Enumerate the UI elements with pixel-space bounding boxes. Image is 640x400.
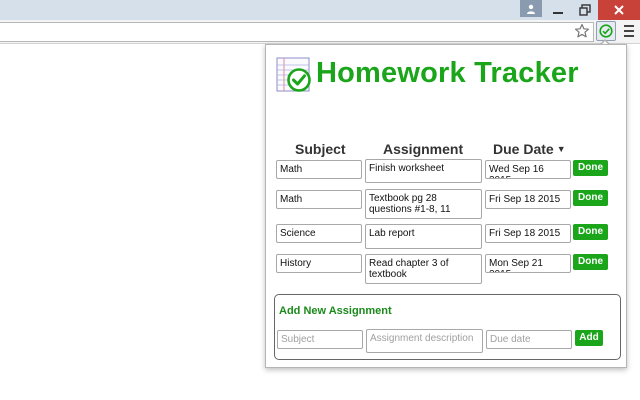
row-1-subject-field[interactable]: Math — [276, 160, 362, 179]
profile-button[interactable] — [520, 0, 542, 17]
close-icon — [614, 5, 624, 15]
row-2-done-button[interactable]: Done — [573, 190, 608, 206]
app-title: Homework Tracker — [316, 57, 579, 89]
browser-toolbar — [0, 20, 640, 44]
sort-descending-icon: ▼ — [556, 144, 566, 154]
new-assignment-description-input[interactable] — [366, 329, 483, 353]
check-circle-icon — [599, 24, 613, 38]
add-assignment-button[interactable]: Add — [575, 330, 603, 346]
browser-titlebar — [0, 0, 640, 20]
row-1-due-field[interactable]: Wed Sep 16 2015 — [485, 160, 571, 179]
new-subject-input[interactable] — [277, 330, 363, 349]
column-header-subject: Subject — [295, 141, 346, 157]
person-icon — [527, 4, 535, 14]
column-header-due-date[interactable]: Due Date ▼ — [493, 141, 566, 157]
minimize-icon — [553, 12, 563, 14]
star-icon — [574, 23, 590, 38]
row-3-assignment-field[interactable]: Lab report — [365, 224, 482, 249]
row-1-assignment-field[interactable]: Finish worksheet — [365, 159, 482, 183]
row-4-done-button[interactable]: Done — [573, 254, 608, 270]
hamburger-menu-icon[interactable] — [622, 23, 636, 39]
row-2-due-field[interactable]: Fri Sep 18 2015 — [485, 190, 571, 209]
minimize-button[interactable] — [545, 0, 571, 20]
bookmark-star-button[interactable] — [573, 22, 591, 40]
row-3-subject-field[interactable]: Science — [276, 224, 362, 243]
row-4-due-field[interactable]: Mon Sep 21 2015 — [485, 254, 571, 273]
row-1-done-button[interactable]: Done — [573, 160, 608, 176]
row-2-subject-field[interactable]: Math — [276, 190, 362, 209]
row-4-assignment-field[interactable]: Read chapter 3 of textbook — [365, 254, 482, 284]
row-2-assignment-field[interactable]: Textbook pg 28 questions #1-8, 11 — [365, 189, 482, 219]
add-assignment-title: Add New Assignment — [279, 305, 392, 317]
column-header-assignment: Assignment — [383, 141, 464, 157]
due-date-label: Due Date — [493, 141, 554, 157]
row-3-due-field[interactable]: Fri Sep 18 2015 — [485, 224, 571, 243]
address-bar[interactable] — [0, 22, 594, 42]
add-assignment-panel: Add New Assignment Add — [274, 294, 621, 360]
row-3-done-button[interactable]: Done — [573, 224, 608, 240]
maximize-button[interactable] — [572, 0, 598, 20]
close-window-button[interactable] — [598, 0, 640, 20]
homework-tracker-extension-button[interactable] — [596, 21, 616, 41]
row-4-subject-field[interactable]: History — [276, 254, 362, 273]
new-due-date-input[interactable] — [486, 330, 572, 349]
maximize-icon — [579, 4, 591, 16]
homework-tracker-popup: Homework Tracker Subject Assignment Due … — [265, 44, 627, 368]
notebook-check-icon — [276, 57, 311, 92]
